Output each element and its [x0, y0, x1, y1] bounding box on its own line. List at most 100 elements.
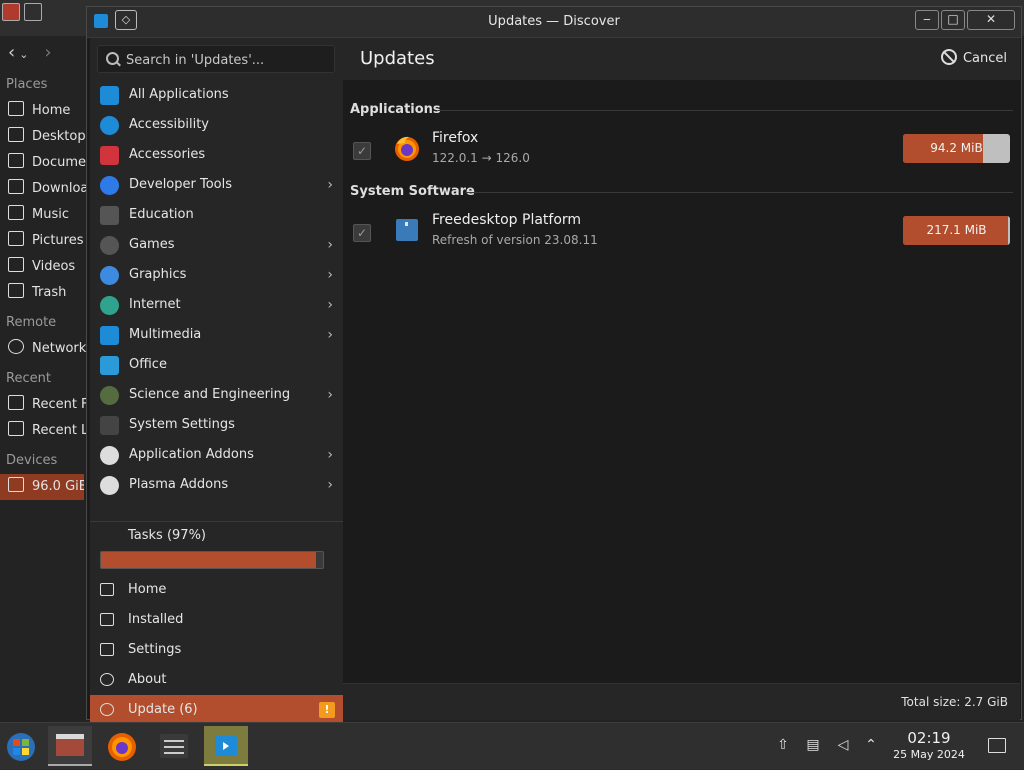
cancel-button[interactable]: Cancel: [940, 49, 1007, 69]
category-accessories[interactable]: Accessories: [90, 140, 343, 170]
nav-settings[interactable]: Settings: [90, 635, 343, 665]
places-label: Recent Locations: [32, 423, 88, 438]
places-item-videos[interactable]: Videos: [0, 254, 88, 280]
back-arrow-icon[interactable]: ‹: [8, 42, 15, 63]
maximize-button[interactable]: □: [941, 10, 965, 30]
downloads-icon: [8, 179, 24, 194]
nav-home[interactable]: Home: [90, 575, 343, 605]
expand-tray-icon[interactable]: ⌃: [862, 736, 880, 754]
search-input[interactable]: [124, 50, 328, 70]
places-item-documents[interactable]: Documents: [0, 150, 88, 176]
update-app-name: Freedesktop Platform: [432, 212, 582, 228]
updates-page: Updates Cancel Applications ✓ Firefox 12…: [343, 38, 1020, 720]
back-dropdown-icon[interactable]: ⌄: [19, 48, 28, 61]
places-item-home[interactable]: Home: [0, 98, 88, 124]
places-label: Documents: [32, 155, 88, 170]
category-all-applications[interactable]: All Applications: [90, 80, 343, 110]
nav-label: Settings: [128, 642, 182, 657]
places-item-trash[interactable]: Trash: [0, 280, 88, 306]
category-developer-tools[interactable]: Developer Tools ›: [90, 170, 343, 200]
window-titlebar: ◇ Updates — Discover ‒ □ ✕: [87, 7, 1021, 38]
places-item-recent-locations[interactable]: Recent Locations: [0, 418, 88, 444]
volume-muted-icon[interactable]: ◁: [834, 736, 852, 754]
places-label: Trash: [32, 285, 67, 300]
places-item-downloads[interactable]: Downloads: [0, 176, 88, 202]
flask-icon: [100, 386, 119, 405]
category-label: System Settings: [129, 417, 235, 432]
section-heading-applications: Applications: [350, 102, 441, 117]
tasks-label[interactable]: Tasks (97%): [128, 521, 206, 551]
taskbar-system-settings[interactable]: [152, 726, 196, 766]
background-app-icon: [2, 3, 20, 21]
tasks-progress-bar[interactable]: [100, 551, 324, 569]
trash-icon: [8, 283, 24, 298]
clipboard-icon[interactable]: ▤: [804, 736, 822, 754]
update-version: 122.0.1 → 126.0: [432, 151, 530, 165]
plasma-icon: [100, 476, 119, 495]
update-checkbox[interactable]: ✓: [353, 142, 371, 160]
category-education[interactable]: Education: [90, 200, 343, 230]
nav-about[interactable]: About: [90, 665, 343, 695]
update-app-name: Firefox: [432, 130, 479, 146]
nav-update[interactable]: Update (6)!: [90, 695, 343, 725]
update-checkbox[interactable]: ✓: [353, 224, 371, 242]
nav-label: Home: [128, 582, 167, 597]
info-icon: [100, 673, 114, 686]
recent-section-heading: Recent: [6, 371, 51, 386]
category-multimedia[interactable]: Multimedia ›: [90, 320, 343, 350]
total-size-label: Total size: 2.7 GiB: [901, 695, 1008, 709]
clock-time: 02:19: [907, 729, 951, 747]
update-notification-icon[interactable]: ⇧: [774, 736, 792, 754]
discover-icon: [215, 736, 237, 756]
minimize-button[interactable]: ‒: [915, 10, 939, 30]
nav-installed[interactable]: Installed: [90, 605, 343, 635]
download-size-label: 94.2 MiB: [930, 141, 983, 155]
background-pin-icon[interactable]: [24, 3, 42, 21]
page-title: Updates: [360, 48, 435, 69]
background-navigation: ‹ ⌄ ›: [8, 42, 70, 63]
category-system-settings[interactable]: System Settings: [90, 410, 343, 440]
chevron-right-icon: ›: [327, 447, 333, 463]
places-panel: Places Home Desktop Documents Downloads …: [0, 72, 88, 500]
category-internet[interactable]: Internet ›: [90, 290, 343, 320]
category-label: Application Addons: [129, 447, 254, 462]
places-item-network[interactable]: Network: [0, 336, 88, 362]
places-label: Recent Files: [32, 397, 88, 412]
taskbar-firefox[interactable]: [100, 726, 144, 766]
places-item-device[interactable]: 96.0 GiB: [0, 474, 84, 500]
close-button[interactable]: ✕: [967, 10, 1015, 30]
nav-label: Installed: [128, 612, 184, 627]
network-icon: [8, 339, 24, 354]
taskbar-file-manager[interactable]: [48, 726, 92, 766]
places-item-music[interactable]: Music: [0, 202, 88, 228]
installed-icon: [100, 613, 114, 626]
discover-window: ◇ Updates — Discover ‒ □ ✕ All Applicati…: [86, 6, 1022, 725]
start-menu-icon[interactable]: [5, 731, 37, 763]
category-label: Multimedia: [129, 327, 202, 342]
chevron-right-icon: ›: [327, 177, 333, 193]
show-desktop-icon[interactable]: [988, 738, 1006, 753]
devices-section-heading: Devices: [6, 453, 58, 468]
category-science-and-engineering[interactable]: Science and Engineering ›: [90, 380, 343, 410]
places-item-pictures[interactable]: Pictures: [0, 228, 88, 254]
category-application-addons[interactable]: Application Addons ›: [90, 440, 343, 470]
places-item-desktop[interactable]: Desktop: [0, 124, 88, 150]
chevron-right-icon: ›: [327, 267, 333, 283]
category-office[interactable]: Office: [90, 350, 343, 380]
search-box[interactable]: [97, 45, 335, 73]
taskbar: ⇧ ▤ ◁ ⌃ 02:19 25 May 2024: [0, 722, 1024, 769]
category-accessibility[interactable]: Accessibility: [90, 110, 343, 140]
category-plasma-addons[interactable]: Plasma Addons ›: [90, 470, 343, 500]
clock[interactable]: 02:19 25 May 2024: [884, 729, 974, 763]
category-graphics[interactable]: Graphics ›: [90, 260, 343, 290]
update-row-firefox[interactable]: ✓ Firefox 122.0.1 → 126.0 94.2 MiB: [343, 126, 1020, 182]
recent-locations-icon: [8, 421, 24, 436]
category-games[interactable]: Games ›: [90, 230, 343, 260]
graphics-icon: [100, 266, 119, 285]
update-icon: [100, 703, 114, 716]
update-row-freedesktop[interactable]: ✓ Freedesktop Platform Refresh of versio…: [343, 208, 1020, 264]
taskbar-discover[interactable]: [204, 726, 248, 766]
discover-sidebar: All Applications Accessibility Accessories…: [90, 38, 343, 725]
places-item-recent-files[interactable]: Recent Files: [0, 392, 88, 418]
forward-arrow-icon[interactable]: ›: [44, 42, 51, 63]
